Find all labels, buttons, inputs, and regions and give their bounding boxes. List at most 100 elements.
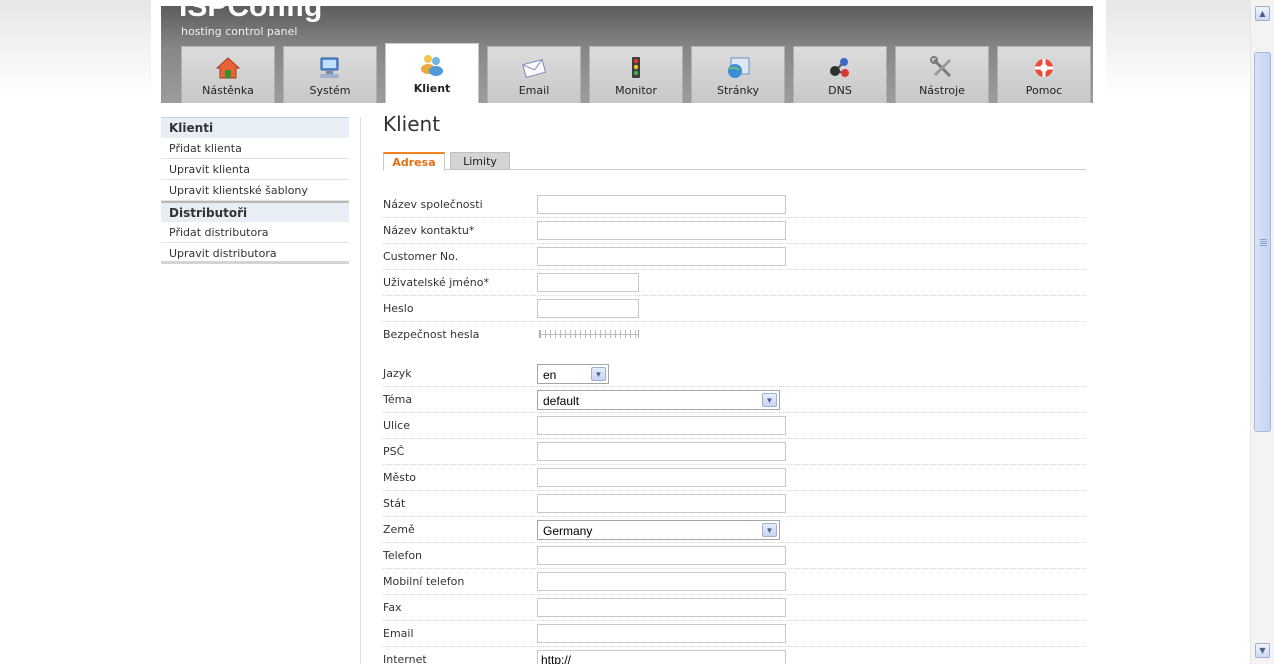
street-input[interactable]: [537, 416, 786, 435]
client-form: Název společnosti Název kontaktu* Custom…: [383, 192, 1086, 664]
nav-tab-dashboard[interactable]: Nástěnka: [181, 46, 275, 103]
app-tagline: hosting control panel: [181, 25, 298, 38]
sidebar-divider: [360, 117, 361, 664]
grip-icon: [1260, 239, 1267, 246]
nav-tab-dns[interactable]: DNS: [793, 46, 887, 103]
field-label: Customer No.: [383, 250, 459, 263]
globe-icon: [724, 55, 752, 81]
vertical-scrollbar[interactable]: ▲ ▼: [1250, 0, 1274, 664]
contact-name-input[interactable]: [537, 221, 786, 240]
nav-tab-label: Nástěnka: [202, 84, 254, 97]
field-label: Téma: [383, 393, 413, 406]
tools-icon: [928, 55, 956, 81]
nav-tab-label: Pomoc: [1025, 84, 1063, 97]
nav-tab-label: Systém: [309, 84, 351, 97]
field-label: Fax: [383, 601, 402, 614]
traffic-light-icon: [622, 55, 650, 81]
header: ISPConfig hosting control panel Nástěnka…: [161, 0, 1093, 103]
form-row: Telefon: [383, 543, 1086, 569]
nav-tab-help[interactable]: Pomoc: [997, 46, 1091, 103]
field-label: Město: [383, 471, 417, 484]
form-row: Město: [383, 465, 1086, 491]
nav-tab-label: Klient: [413, 82, 451, 95]
nav-tab-sites[interactable]: Stránky: [691, 46, 785, 103]
sidebar-item-add-client[interactable]: Přidat klienta: [161, 138, 349, 159]
form-row: Název společnosti: [383, 192, 1086, 218]
nav-tab-label: Nástroje: [919, 84, 965, 97]
company-name-input[interactable]: [537, 195, 786, 214]
field-label: Internet: [383, 653, 427, 664]
form-row: Jazyk en ▼: [383, 361, 1086, 387]
form-row: Uživatelské jméno*: [383, 270, 1086, 296]
zip-input[interactable]: [537, 442, 786, 461]
theme-select[interactable]: default ▼: [537, 390, 780, 410]
sidebar-item-edit-client[interactable]: Upravit klienta: [161, 159, 349, 180]
mobile-input[interactable]: [537, 572, 786, 591]
password-input[interactable]: [537, 299, 639, 318]
field-label: Název společnosti: [383, 198, 483, 211]
form-row: Mobilní telefon: [383, 569, 1086, 595]
form-row: Název kontaktu*: [383, 218, 1086, 244]
field-label: Email: [383, 627, 414, 640]
field-label: Telefon: [383, 549, 423, 562]
nav-tab-tools[interactable]: Nástroje: [895, 46, 989, 103]
page-container: ISPConfig hosting control panel Nástěnka…: [151, 0, 1106, 664]
language-select-value: en: [543, 368, 557, 382]
form-row: Fax: [383, 595, 1086, 621]
nav-tab-system[interactable]: Systém: [283, 46, 377, 103]
city-input[interactable]: [537, 468, 786, 487]
field-label: Mobilní telefon: [383, 575, 465, 588]
tab-limits[interactable]: Limity: [450, 152, 510, 170]
form-row: Téma default ▼: [383, 387, 1086, 413]
field-label: Uživatelské jméno*: [383, 276, 489, 289]
sidebar-heading-clients: Klienti: [161, 117, 349, 138]
field-label: Bezpečnost hesla: [383, 328, 480, 341]
nav-tab-email[interactable]: Email: [487, 46, 581, 103]
state-input[interactable]: [537, 494, 786, 513]
network-icon: [826, 55, 854, 81]
field-label: Ulice: [383, 419, 410, 432]
form-row: Země Germany ▼: [383, 517, 1086, 543]
form-row: Stát: [383, 491, 1086, 517]
form-row: Customer No.: [383, 244, 1086, 270]
form-row: Bezpečnost hesla: [383, 322, 1086, 348]
page-title: Klient: [383, 112, 441, 136]
form-row: Internet: [383, 647, 1086, 664]
tab-address[interactable]: Adresa: [383, 152, 445, 171]
form-row: Email: [383, 621, 1086, 647]
form-tabs: Adresa Limity: [383, 148, 1086, 171]
telephone-input[interactable]: [537, 546, 786, 565]
field-label: Stát: [383, 497, 406, 510]
nav-tab-label: Monitor: [615, 84, 657, 97]
field-label: Země: [383, 523, 415, 536]
envelope-icon: [520, 55, 548, 81]
customer-no-input[interactable]: [537, 247, 786, 266]
computer-icon: [316, 55, 344, 81]
sidebar-heading-resellers: Distributoři: [161, 201, 349, 222]
theme-select-value: default: [543, 394, 580, 408]
email-input[interactable]: [537, 624, 786, 643]
main-content: Klient Adresa Limity Název společnosti N…: [383, 112, 1086, 664]
sidebar-item-edit-templates[interactable]: Upravit klientské šablony: [161, 180, 349, 201]
field-label: PSČ: [383, 445, 405, 458]
nav-tab-client[interactable]: Klient: [385, 43, 479, 103]
chevron-down-icon: ▼: [762, 523, 777, 537]
house-icon: [214, 55, 242, 81]
fax-input[interactable]: [537, 598, 786, 617]
field-label: Heslo: [383, 302, 414, 315]
nav-tab-monitor[interactable]: Monitor: [589, 46, 683, 103]
nav-tab-label: Email: [518, 84, 550, 97]
country-select-value: Germany: [543, 524, 593, 538]
sidebar-item-add-reseller[interactable]: Přidat distributora: [161, 222, 349, 243]
scroll-up-button[interactable]: ▲: [1255, 6, 1270, 21]
internet-input[interactable]: [537, 650, 786, 664]
sidebar-item-edit-reseller[interactable]: Upravit distributora: [161, 243, 349, 264]
sidebar: Klienti Přidat klienta Upravit klienta U…: [161, 117, 349, 264]
username-input[interactable]: [537, 273, 639, 292]
scroll-down-button[interactable]: ▼: [1255, 643, 1270, 658]
nav-tab-label: Stránky: [716, 84, 760, 97]
form-row: PSČ: [383, 439, 1086, 465]
scrollbar-thumb[interactable]: [1254, 52, 1271, 432]
language-select[interactable]: en ▼: [537, 364, 609, 384]
country-select[interactable]: Germany ▼: [537, 520, 780, 540]
